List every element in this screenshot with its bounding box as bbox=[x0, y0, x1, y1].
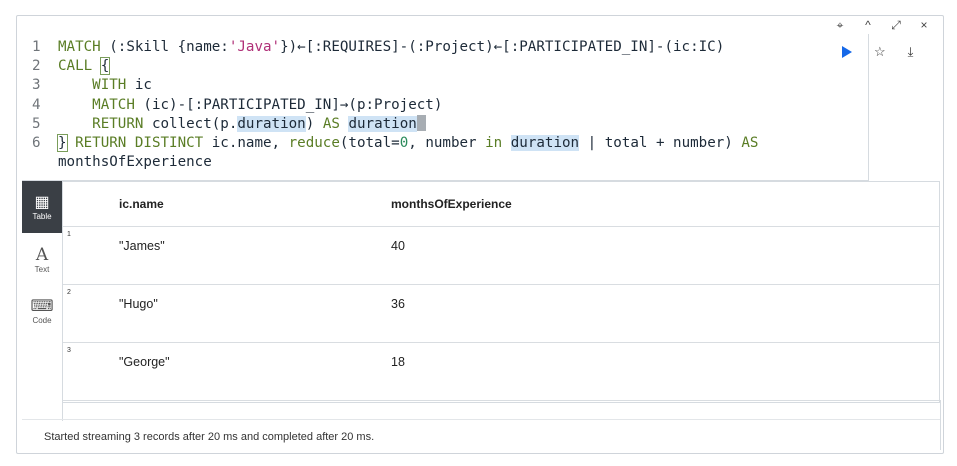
code-text: (ic)-[:PARTICIPATED_IN]→(p:Project) bbox=[134, 96, 443, 113]
cell-months: 40 bbox=[391, 239, 405, 253]
tab-label: Code bbox=[32, 315, 52, 325]
code-text: , number bbox=[408, 135, 486, 152]
result-table: ic.name monthsOfExperience 1 "James" 40 … bbox=[62, 181, 940, 403]
view-tabs: ▦ Table A Text ⌨ Code bbox=[22, 181, 62, 337]
keyword: CALL bbox=[58, 58, 93, 75]
text-cursor bbox=[416, 114, 426, 131]
table-header: ic.name monthsOfExperience bbox=[63, 182, 939, 227]
cell-name: "James" bbox=[119, 239, 165, 253]
star-icon[interactable]: ☆ bbox=[874, 44, 886, 60]
string-literal: 'Java' bbox=[228, 39, 281, 55]
keyword: RETURN DISTINCT bbox=[66, 135, 204, 152]
keyword: MATCH bbox=[58, 96, 135, 113]
tab-text[interactable]: A Text bbox=[22, 233, 62, 285]
highlighted-token: duration bbox=[348, 115, 417, 132]
terminal-icon: ⌨ bbox=[30, 297, 54, 315]
keyword: RETURN bbox=[58, 115, 144, 132]
row-number: 2 bbox=[67, 289, 71, 296]
code-text: collect(p. bbox=[143, 115, 238, 132]
code-text: ) bbox=[305, 115, 323, 132]
status-text: Started streaming 3 records after 20 ms … bbox=[44, 431, 375, 443]
keyword: in bbox=[485, 135, 503, 152]
column-header[interactable]: monthsOfExperience bbox=[391, 197, 512, 211]
divider bbox=[940, 400, 941, 450]
highlighted-token: duration bbox=[510, 135, 580, 152]
table-row: 1 "James" 40 bbox=[63, 227, 939, 285]
table-row: 2 "Hugo" 36 bbox=[63, 285, 939, 343]
cell-name: "George" bbox=[119, 355, 170, 369]
code-text: })←[:REQUIRES]-(:Project)←[:PARTICIPATED… bbox=[280, 39, 725, 55]
function-name: reduce bbox=[288, 135, 340, 152]
matched-bracket: { bbox=[99, 57, 111, 76]
tab-label: Text bbox=[34, 264, 50, 274]
code-text: ic.name, bbox=[203, 135, 289, 152]
number-literal: 0 bbox=[399, 135, 409, 152]
query-code[interactable]: 1 MATCH (:Skill {name:'Java'})←[:REQUIRES… bbox=[32, 38, 758, 172]
table-row: 3 "George" 18 bbox=[63, 343, 939, 401]
cell-name: "Hugo" bbox=[119, 297, 158, 311]
expand-icon[interactable]: ⤢ bbox=[891, 18, 901, 32]
row-number: 1 bbox=[67, 231, 71, 238]
cell-months: 18 bbox=[391, 355, 405, 369]
frame-controls: ⌖ ^ ⤢ × bbox=[835, 18, 929, 32]
line-number: 2 bbox=[32, 58, 41, 75]
code-text: ic bbox=[126, 77, 152, 94]
tab-label: Table bbox=[32, 211, 52, 221]
keyword: MATCH bbox=[58, 39, 101, 55]
code-text: monthsOfExperience bbox=[58, 154, 212, 171]
highlighted-token: duration bbox=[237, 115, 306, 132]
line-number: 3 bbox=[32, 77, 41, 94]
line-number: 1 bbox=[32, 39, 41, 55]
column-header[interactable]: ic.name bbox=[119, 197, 164, 211]
pin-icon[interactable]: ⌖ bbox=[835, 18, 845, 32]
cell-months: 36 bbox=[391, 297, 405, 311]
tab-code[interactable]: ⌨ Code bbox=[22, 285, 62, 337]
keyword: AS bbox=[741, 135, 759, 152]
editor-actions: ☆ ⤓ bbox=[842, 44, 913, 60]
run-query-button[interactable] bbox=[842, 46, 852, 58]
line-number: 5 bbox=[32, 115, 41, 132]
keyword: WITH bbox=[58, 77, 127, 94]
tab-table[interactable]: ▦ Table bbox=[22, 181, 62, 233]
line-number: 4 bbox=[32, 96, 41, 113]
code-text: | total + number) bbox=[579, 135, 742, 152]
collapse-icon[interactable]: ^ bbox=[863, 18, 873, 32]
code-text: (:Skill {name: bbox=[100, 39, 229, 55]
keyword: AS bbox=[322, 115, 340, 132]
code-text: (total= bbox=[339, 135, 400, 152]
close-icon[interactable]: × bbox=[919, 18, 929, 32]
divider bbox=[62, 401, 939, 421]
text-icon: A bbox=[35, 244, 49, 265]
matched-bracket: } bbox=[57, 134, 68, 153]
download-icon[interactable]: ⤓ bbox=[908, 44, 914, 60]
table-icon: ▦ bbox=[34, 193, 50, 211]
line-number: 6 bbox=[32, 135, 41, 152]
row-number: 3 bbox=[67, 347, 71, 354]
